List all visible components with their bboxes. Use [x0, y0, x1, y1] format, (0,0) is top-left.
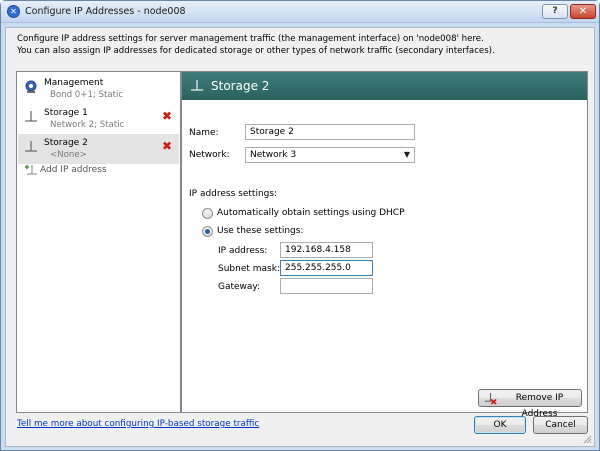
- description-line-1: Configure IP address settings for server…: [17, 34, 484, 44]
- remove-ip-address-button[interactable]: Remove IP Address: [478, 389, 582, 419]
- help-button[interactable]: ?: [542, 4, 568, 19]
- network-adapter-icon: [25, 111, 37, 122]
- static-radio-label[interactable]: Use these settings:: [217, 226, 303, 236]
- network-adapter-icon: [25, 141, 37, 152]
- add-network-icon: [25, 165, 37, 175]
- help-link[interactable]: Tell me more about configuring IP-based …: [17, 419, 259, 429]
- dhcp-radio-label[interactable]: Automatically obtain settings using DHCP: [217, 208, 405, 218]
- delete-icon[interactable]: ✖: [161, 140, 173, 152]
- management-icon: [25, 80, 37, 93]
- sidebar-item-subtitle: Network 2; Static: [50, 120, 125, 130]
- name-label: Name:: [189, 128, 219, 138]
- sidebar-item-title: Storage 1: [44, 108, 88, 118]
- dialog-window: ✕ Configure IP Addresses - node008 ? ✕ C…: [0, 0, 600, 451]
- network-label: Network:: [189, 150, 230, 160]
- subnet-mask-input[interactable]: 255.255.255.0: [280, 260, 373, 276]
- close-button[interactable]: ✕: [570, 4, 596, 19]
- network-dropdown[interactable]: Network 3 ▼: [245, 147, 415, 163]
- ip-address-label: IP address:: [218, 246, 268, 256]
- static-radio[interactable]: [202, 226, 213, 237]
- add-ip-address-label: Add IP address: [40, 165, 107, 175]
- sidebar-item-title: Management: [44, 78, 104, 88]
- ok-button[interactable]: OK: [474, 416, 526, 434]
- detail-header: Storage 2: [182, 72, 587, 100]
- gateway-label: Gateway:: [218, 282, 261, 292]
- sidebar-item-storage-2[interactable]: Storage 2 <None> ✖: [18, 134, 179, 164]
- sidebar-item-storage-1[interactable]: Storage 1 Network 2; Static ✖: [18, 104, 179, 134]
- delete-icon[interactable]: ✖: [161, 110, 173, 122]
- network-selected-value: Network 3: [250, 150, 297, 160]
- add-ip-address-button[interactable]: Add IP address: [18, 162, 179, 178]
- dhcp-radio[interactable]: [202, 208, 213, 219]
- dialog-body: Configure IP address settings for server…: [5, 27, 595, 447]
- cancel-button[interactable]: Cancel: [533, 416, 588, 434]
- resize-grip-icon[interactable]: [582, 434, 592, 444]
- subnet-mask-label: Subnet mask:: [218, 264, 280, 274]
- interface-details: Storage 2 Name: Storage 2 Network: Netwo…: [181, 71, 588, 419]
- ip-settings-label: IP address settings:: [189, 189, 278, 199]
- remove-network-icon: [484, 392, 497, 405]
- sidebar-item-title: Storage 2: [44, 138, 88, 148]
- app-icon: ✕: [7, 5, 20, 18]
- gateway-input[interactable]: [280, 278, 373, 294]
- window-title: Configure IP Addresses - node008: [25, 6, 186, 17]
- description-line-2: You can also assign IP addresses for ded…: [17, 46, 495, 56]
- sidebar-item-subtitle: Bond 0+1; Static: [50, 90, 124, 100]
- chevron-down-icon: ▼: [403, 150, 410, 159]
- ip-address-input[interactable]: 192.168.4.158: [280, 242, 373, 258]
- sidebar-item-subtitle: <None>: [50, 150, 87, 160]
- name-input[interactable]: Storage 2: [245, 124, 415, 140]
- network-adapter-icon: [191, 80, 203, 91]
- interface-list: Management Bond 0+1; Static Storage 1 Ne…: [16, 71, 181, 413]
- description: Configure IP address settings for server…: [17, 33, 587, 57]
- detail-title: Storage 2: [211, 79, 270, 93]
- sidebar-item-management[interactable]: Management Bond 0+1; Static: [18, 74, 179, 104]
- title-bar[interactable]: ✕ Configure IP Addresses - node008 ? ✕: [1, 1, 599, 23]
